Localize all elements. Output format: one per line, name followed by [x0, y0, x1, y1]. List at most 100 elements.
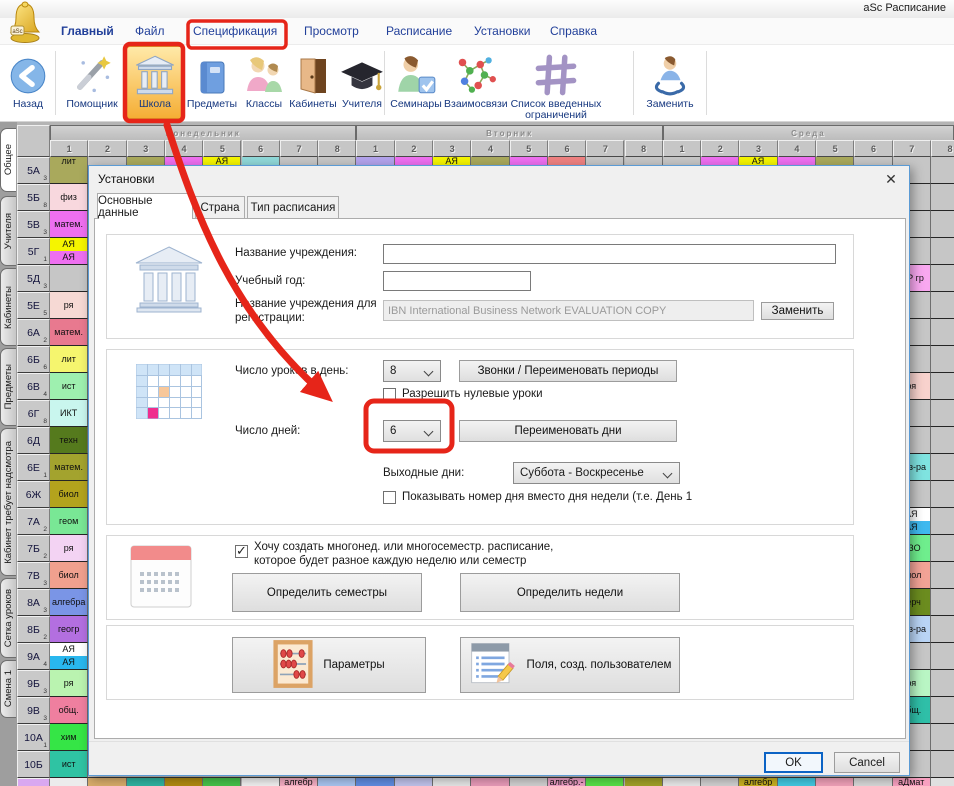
school-year-input[interactable]: [383, 271, 531, 291]
timetable-cell[interactable]: [931, 427, 954, 454]
timetable-cell[interactable]: алгебр: [280, 778, 318, 786]
class-row-label[interactable]: 6Б6: [17, 346, 50, 373]
timetable-cell[interactable]: [931, 481, 954, 508]
timetable-cell[interactable]: [356, 778, 394, 786]
subject-cell[interactable]: ря: [50, 535, 88, 562]
class-row-label[interactable]: 5В3: [17, 211, 50, 238]
timetable-cell[interactable]: [165, 778, 203, 786]
subject-cell[interactable]: физ: [50, 184, 88, 211]
timetable-cell[interactable]: [778, 778, 816, 786]
class-row-label[interactable]: 8А3: [17, 589, 50, 616]
toolbar-item-4[interactable]: Предметы: [184, 47, 240, 110]
subject-cell[interactable]: ист: [50, 373, 88, 400]
subject-cell[interactable]: общ.: [50, 697, 88, 724]
timetable-cell[interactable]: [931, 508, 954, 535]
menu-item-3[interactable]: Спецификация: [193, 24, 277, 38]
class-row-label[interactable]: 6В4: [17, 373, 50, 400]
menu-item-4[interactable]: Просмотр: [304, 24, 359, 38]
toolbar-item-1[interactable]: Назад: [5, 47, 51, 110]
timetable-cell[interactable]: [931, 319, 954, 346]
timetable-cell[interactable]: [931, 535, 954, 562]
toolbar-item-5[interactable]: Классы: [242, 47, 286, 110]
toolbar-item-10[interactable]: Список введенных ограничений: [498, 47, 614, 121]
toolbar-item-11[interactable]: Заменить: [641, 47, 699, 110]
timetable-cell[interactable]: [433, 778, 471, 786]
side-tab-1[interactable]: Общее: [0, 128, 16, 192]
class-row-label[interactable]: 7Б2: [17, 535, 50, 562]
timetable-cell[interactable]: [50, 778, 88, 786]
timetable-cell[interactable]: [931, 778, 954, 786]
bells-rename-periods-button[interactable]: Звонки / Переименовать периоды: [459, 360, 677, 382]
timetable-cell[interactable]: [931, 292, 954, 319]
class-row-label[interactable]: 5Д3: [17, 265, 50, 292]
close-icon[interactable]: ✕: [881, 169, 901, 189]
subject-cell[interactable]: техн: [50, 427, 88, 454]
subject-cell[interactable]: ря: [50, 292, 88, 319]
class-row-label[interactable]: 6А2: [17, 319, 50, 346]
timetable-cell[interactable]: [816, 778, 854, 786]
timetable-cell[interactable]: [510, 778, 548, 786]
timetable-cell[interactable]: [88, 778, 126, 786]
timetable-cell[interactable]: [242, 778, 280, 786]
class-row-label[interactable]: 5Е5: [17, 292, 50, 319]
tab-main-data[interactable]: Основные данные: [97, 193, 193, 219]
timetable-cell[interactable]: [931, 670, 954, 697]
side-tab-6[interactable]: Сетка уроков: [0, 578, 16, 658]
subject-cell[interactable]: [50, 265, 88, 292]
rename-days-button[interactable]: Переименовать дни: [459, 420, 677, 442]
timetable-cell[interactable]: [931, 589, 954, 616]
timetable-cell[interactable]: [931, 157, 954, 184]
multi-week-checkbox[interactable]: [235, 545, 248, 558]
show-day-number-checkbox[interactable]: [383, 491, 396, 504]
class-row-label[interactable]: 9В3: [17, 697, 50, 724]
side-tab-7[interactable]: Смена 1: [0, 660, 16, 718]
cancel-button[interactable]: Cancel: [834, 752, 900, 773]
subject-cell[interactable]: хим: [50, 724, 88, 751]
subject-cell[interactable]: геом: [50, 508, 88, 535]
timetable-cell[interactable]: [931, 400, 954, 427]
class-row-label[interactable]: [17, 778, 50, 786]
parameters-button[interactable]: Параметры: [232, 637, 426, 693]
timetable-cell[interactable]: [318, 778, 356, 786]
timetable-cell[interactable]: [701, 778, 739, 786]
subject-cell[interactable]: биол: [50, 562, 88, 589]
user-fields-button[interactable]: Поля, созд. пользователем: [460, 637, 680, 693]
subject-cell[interactable]: геогр: [50, 616, 88, 643]
toolbar-item-3[interactable]: Школа: [128, 47, 182, 110]
class-row-label[interactable]: 5Б8: [17, 184, 50, 211]
subject-cell[interactable]: алгебра: [50, 589, 88, 616]
timetable-cell[interactable]: [471, 778, 509, 786]
timetable-cell[interactable]: [931, 454, 954, 481]
toolbar-item-2[interactable]: Помощник: [60, 47, 124, 110]
ok-button[interactable]: OK: [764, 752, 823, 773]
timetable-cell[interactable]: [931, 265, 954, 292]
timetable-cell[interactable]: [395, 778, 433, 786]
subject-cell[interactable]: ист: [50, 751, 88, 778]
side-tab-4[interactable]: Предметы: [0, 348, 16, 426]
replace-registration-button[interactable]: Заменить: [761, 302, 834, 320]
class-row-label[interactable]: 6Ж: [17, 481, 50, 508]
timetable-cell[interactable]: [931, 346, 954, 373]
toolbar-item-6[interactable]: Кабинеты: [288, 47, 338, 110]
define-weeks-button[interactable]: Определить недели: [460, 573, 680, 612]
menu-item-6[interactable]: Установки: [474, 24, 530, 38]
timetable-cell[interactable]: [931, 724, 954, 751]
subject-cell[interactable]: АЯАЯ: [50, 643, 88, 670]
subject-cell[interactable]: матем.: [50, 319, 88, 346]
subject-cell[interactable]: матем.: [50, 211, 88, 238]
timetable-cell[interactable]: [931, 697, 954, 724]
class-row-label[interactable]: 7А2: [17, 508, 50, 535]
timetable-cell[interactable]: [931, 616, 954, 643]
timetable-cell[interactable]: [931, 562, 954, 589]
timetable-cell[interactable]: [931, 238, 954, 265]
subject-cell[interactable]: ря: [50, 670, 88, 697]
class-row-label[interactable]: 10Б: [17, 751, 50, 778]
timetable-cell[interactable]: [931, 184, 954, 211]
define-semesters-button[interactable]: Определить семестры: [232, 573, 422, 612]
school-name-input[interactable]: [383, 244, 836, 264]
timetable-cell[interactable]: [203, 778, 241, 786]
timetable-cell[interactable]: [931, 751, 954, 778]
lessons-per-day-select[interactable]: 8: [383, 360, 441, 382]
side-tab-2[interactable]: Учителя: [0, 196, 16, 266]
class-row-label[interactable]: 10А1: [17, 724, 50, 751]
